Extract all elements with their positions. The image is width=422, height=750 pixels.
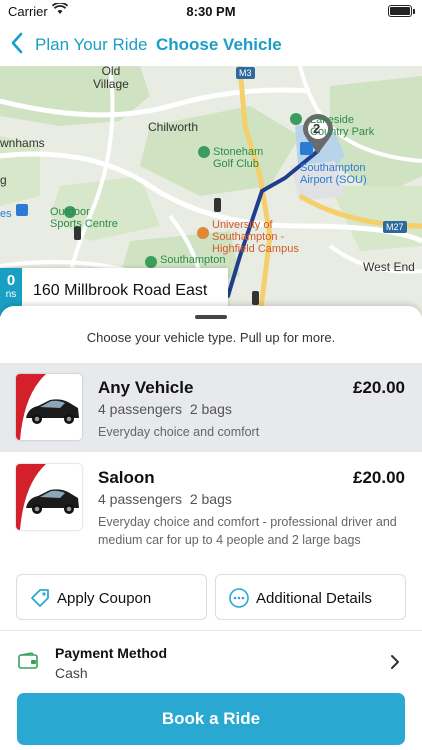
navigation-bar: Plan Your Ride Choose Vehicle: [0, 24, 422, 66]
map-label-chilworth: Chilworth: [148, 120, 199, 134]
car-image: [16, 374, 82, 440]
vehicle-capacity: 4 passengers 2 bags: [98, 491, 232, 507]
map-label-stoneham: Stoneham Golf Club: [213, 146, 264, 170]
vehicle-capacity: 4 passengers 2 bags: [98, 401, 232, 417]
vehicle-option-any[interactable]: Any Vehicle £20.00 4 passengers 2 bags E…: [0, 363, 422, 452]
status-bar: Carrier 8:30 PM: [0, 0, 422, 24]
chevron-left-icon[interactable]: [10, 32, 30, 56]
additional-details-button[interactable]: Additional Details: [215, 574, 406, 620]
pickup-address: 160 Millbrook Road East: [33, 282, 208, 299]
map-label-old-village: Old Village: [93, 66, 129, 91]
tag-icon: [29, 587, 51, 609]
vehicle-name: Any Vehicle: [98, 378, 194, 397]
vehicle-option-saloon[interactable]: Saloon £20.00 4 passengers 2 bags Everyd…: [0, 453, 422, 563]
map-label-west-end: West End: [363, 260, 415, 274]
vehicle-bags: 2 bags: [189, 401, 232, 417]
eta-value: 0: [6, 272, 16, 289]
apply-coupon-button[interactable]: Apply Coupon: [16, 574, 207, 620]
map-label-m27: M27: [383, 221, 407, 233]
map-label-airport: Southampton Airport (SOU): [300, 162, 367, 186]
clock: 8:30 PM: [186, 4, 236, 19]
vehicle-description: Everyday choice and comfort - profession…: [98, 515, 397, 547]
vehicle-passengers: 4 passengers: [98, 491, 183, 507]
vehicle-name: Saloon: [98, 468, 155, 487]
sheet-drag-handle[interactable]: [195, 315, 227, 319]
book-ride-button[interactable]: Book a Ride: [17, 693, 405, 745]
payment-method-value: Cash: [55, 665, 88, 681]
map-label-es: es: [0, 208, 12, 220]
back-button[interactable]: Plan Your Ride: [35, 35, 147, 55]
vehicle-price: £20.00: [353, 468, 405, 487]
page-title: Choose Vehicle: [156, 35, 282, 54]
map-label-m3: M3: [236, 67, 255, 79]
vehicle-bags: 2 bags: [189, 491, 232, 507]
sheet-hint: Choose your vehicle type. Pull up for mo…: [86, 330, 336, 345]
chevron-right-icon: [390, 654, 400, 670]
payment-method-title: Payment Method: [55, 645, 168, 661]
map-label-g: g: [0, 173, 7, 187]
vehicle-price: £20.00: [353, 378, 405, 397]
additional-details-label: Additional Details: [256, 590, 372, 607]
payment-method-row[interactable]: Payment Method Cash: [0, 636, 422, 686]
map-label-outdoor: Outdoor Sports Centre: [50, 206, 118, 230]
vehicle-passengers: 4 passengers: [98, 401, 183, 417]
battery-icon: [388, 5, 415, 17]
more-dots-icon: [228, 587, 250, 609]
car-image: [16, 464, 82, 530]
map-pin-count[interactable]: 2: [313, 122, 320, 135]
vehicle-description: Everyday choice and comfort: [98, 425, 260, 439]
map-label-wnhams: wnhams: [0, 136, 45, 150]
eta-unit: ns: [5, 289, 17, 300]
divider: [0, 630, 422, 631]
map-label-university: University of Southampton - Highfield Ca…: [212, 219, 299, 255]
map-label-southampton-common: Southampton: [160, 254, 226, 266]
wallet-icon: [18, 652, 38, 670]
apply-coupon-label: Apply Coupon: [57, 590, 152, 607]
